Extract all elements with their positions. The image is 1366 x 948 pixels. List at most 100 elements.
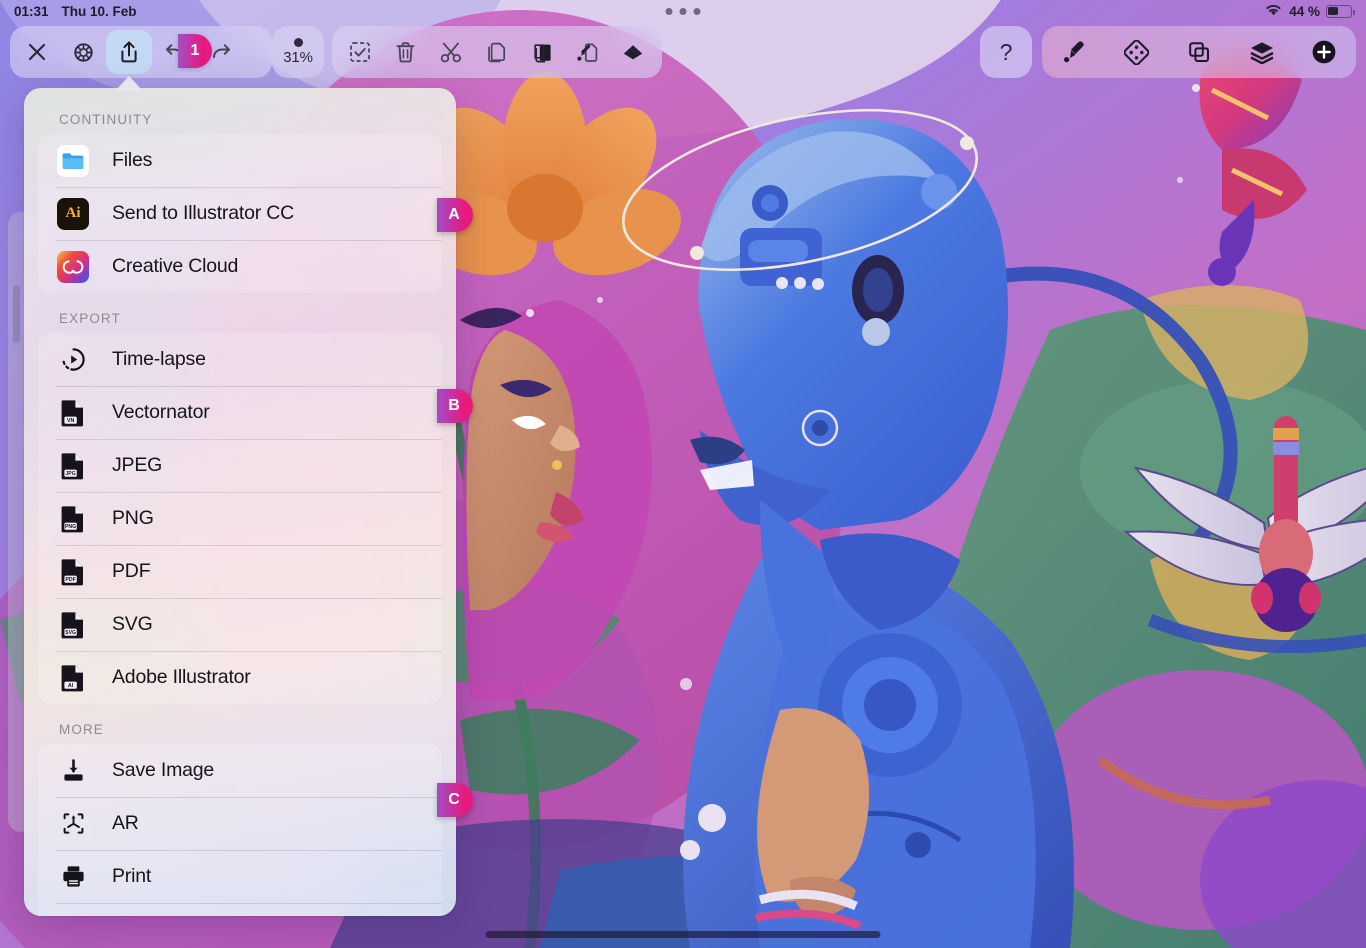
battery-icon xyxy=(1326,4,1355,18)
menu-item-label: Time-lapse xyxy=(112,348,206,370)
delete-button[interactable] xyxy=(384,30,428,74)
menu-item-label: PNG xyxy=(112,507,154,529)
file-badge-text: AI xyxy=(68,683,74,689)
annotation-badge-b: B xyxy=(437,389,473,423)
arrange-button[interactable] xyxy=(1177,30,1221,74)
file-png-icon: PNG xyxy=(56,502,90,536)
ar-cube-icon xyxy=(56,807,90,841)
menu-item-ar[interactable]: AR xyxy=(38,797,442,850)
more-section: Save Image AR Print xyxy=(38,744,442,916)
multitask-handle[interactable] xyxy=(665,7,701,15)
menu-item-png[interactable]: PNG PNG xyxy=(38,492,442,545)
undo-count-badge: 1 xyxy=(178,34,212,68)
file-badge-text: VN xyxy=(67,418,75,424)
menu-item-jpeg[interactable]: JPG JPEG xyxy=(38,439,442,492)
export-section: Time-lapse VN Vectornator JPG JPEG PNG P… xyxy=(38,333,442,704)
menu-item-vectornator[interactable]: VN Vectornator xyxy=(38,386,442,439)
status-date: Thu 10. Feb xyxy=(61,3,137,19)
toolbar-left: 1 xyxy=(10,26,272,78)
question-mark-icon: ? xyxy=(999,38,1013,65)
files-app-icon xyxy=(56,144,90,178)
menu-item-label: Print xyxy=(112,865,152,887)
paint-bucket-icon xyxy=(624,45,643,60)
adobe-illustrator-app-icon: Ai xyxy=(56,197,90,231)
duplicate-icon xyxy=(56,913,90,917)
layers-stack-icon xyxy=(1249,42,1274,64)
paste-button[interactable] xyxy=(521,30,565,74)
copy-button[interactable] xyxy=(475,30,519,74)
style-button[interactable] xyxy=(1052,30,1096,74)
undo-button[interactable]: 1 xyxy=(152,30,212,74)
menu-item-label: SVG xyxy=(112,613,153,635)
plus-circle-icon xyxy=(1312,40,1336,64)
file-jpg-icon: JPG xyxy=(56,449,90,483)
menu-item-send-to-illustrator-cc[interactable]: Ai Send to Illustrator CC xyxy=(38,187,442,240)
menu-item-print[interactable]: Print xyxy=(38,850,442,903)
continuity-section: Files Ai Send to Illustrator CC Creative… xyxy=(38,134,442,293)
path-button[interactable] xyxy=(1115,30,1159,74)
paste-style-icon xyxy=(577,43,598,62)
scissors-icon xyxy=(440,42,461,62)
menu-item-adobe-illustrator[interactable]: AI Adobe Illustrator xyxy=(38,651,442,704)
file-badge-text: SVG xyxy=(65,630,76,636)
menu-item-label: Send to Illustrator CC xyxy=(112,202,295,224)
settings-button[interactable] xyxy=(60,30,106,74)
annotation-badge-a: A xyxy=(437,198,473,232)
share-upload-icon xyxy=(121,41,137,63)
fill-button[interactable] xyxy=(612,30,656,74)
status-time: 01:31 xyxy=(14,3,49,19)
section-header-continuity: CONTINUITY xyxy=(59,112,153,127)
share-menu-scroll[interactable]: CONTINUITY Files Ai Send to Illustrator … xyxy=(24,88,456,916)
zoom-level-label: 31% xyxy=(283,49,313,66)
menu-item-pdf[interactable]: PDF PDF xyxy=(38,545,442,598)
zoom-control[interactable]: 31% xyxy=(272,26,324,78)
cut-button[interactable] xyxy=(429,30,473,74)
arrange-shapes-icon xyxy=(1189,42,1209,62)
share-button[interactable] xyxy=(106,30,152,74)
trash-icon xyxy=(396,41,415,62)
toolbar-edit xyxy=(332,26,662,78)
menu-item-label: Adobe Illustrator xyxy=(112,666,251,688)
add-button[interactable] xyxy=(1302,30,1346,74)
menu-item-partial-cutoff[interactable] xyxy=(38,903,442,916)
share-menu: CONTINUITY Files Ai Send to Illustrator … xyxy=(24,88,456,916)
annotation-badge-c: C xyxy=(437,783,473,817)
menu-item-label: AR xyxy=(112,812,139,834)
file-badge-text: PNG xyxy=(65,524,76,530)
menu-item-label: Creative Cloud xyxy=(112,255,239,277)
status-bar: 01:31 Thu 10. Feb 44 % xyxy=(0,0,1366,22)
menu-item-creative-cloud[interactable]: Creative Cloud xyxy=(38,240,442,293)
side-panel-grip[interactable] xyxy=(13,285,20,343)
section-header-export: EXPORT xyxy=(59,311,121,326)
file-badge-text: PDF xyxy=(65,577,75,583)
paste-icon xyxy=(533,43,551,62)
timelapse-icon xyxy=(56,343,90,377)
section-header-more: MORE xyxy=(59,722,104,737)
menu-item-label: JPEG xyxy=(112,454,163,476)
adobe-creative-cloud-app-icon xyxy=(56,250,90,284)
close-button[interactable] xyxy=(14,30,60,74)
toolbar-right xyxy=(1042,26,1356,78)
menu-item-files[interactable]: Files xyxy=(38,134,442,187)
node-diamond-icon xyxy=(1124,39,1149,65)
file-badge-text: JPG xyxy=(65,471,75,477)
select-all-button[interactable] xyxy=(338,30,382,74)
home-indicator-bar xyxy=(485,931,881,938)
save-download-icon xyxy=(56,754,90,788)
menu-item-save-image[interactable]: Save Image xyxy=(38,744,442,797)
copy-icon xyxy=(488,42,506,62)
menu-item-label: Files xyxy=(112,149,153,171)
toolbar-help: ? xyxy=(980,26,1032,78)
menu-item-svg[interactable]: SVG SVG xyxy=(38,598,442,651)
brush-icon xyxy=(1063,41,1084,63)
help-button[interactable]: ? xyxy=(983,30,1029,74)
file-ai-icon: AI xyxy=(56,661,90,695)
file-vn-icon: VN xyxy=(56,396,90,430)
paste-style-button[interactable] xyxy=(566,30,610,74)
wifi-icon xyxy=(1264,3,1283,20)
layers-button[interactable] xyxy=(1240,30,1284,74)
gear-icon xyxy=(73,42,93,62)
menu-item-label: Vectornator xyxy=(112,401,210,423)
zoom-dot-icon xyxy=(293,38,303,47)
menu-item-time-lapse[interactable]: Time-lapse xyxy=(38,333,442,386)
